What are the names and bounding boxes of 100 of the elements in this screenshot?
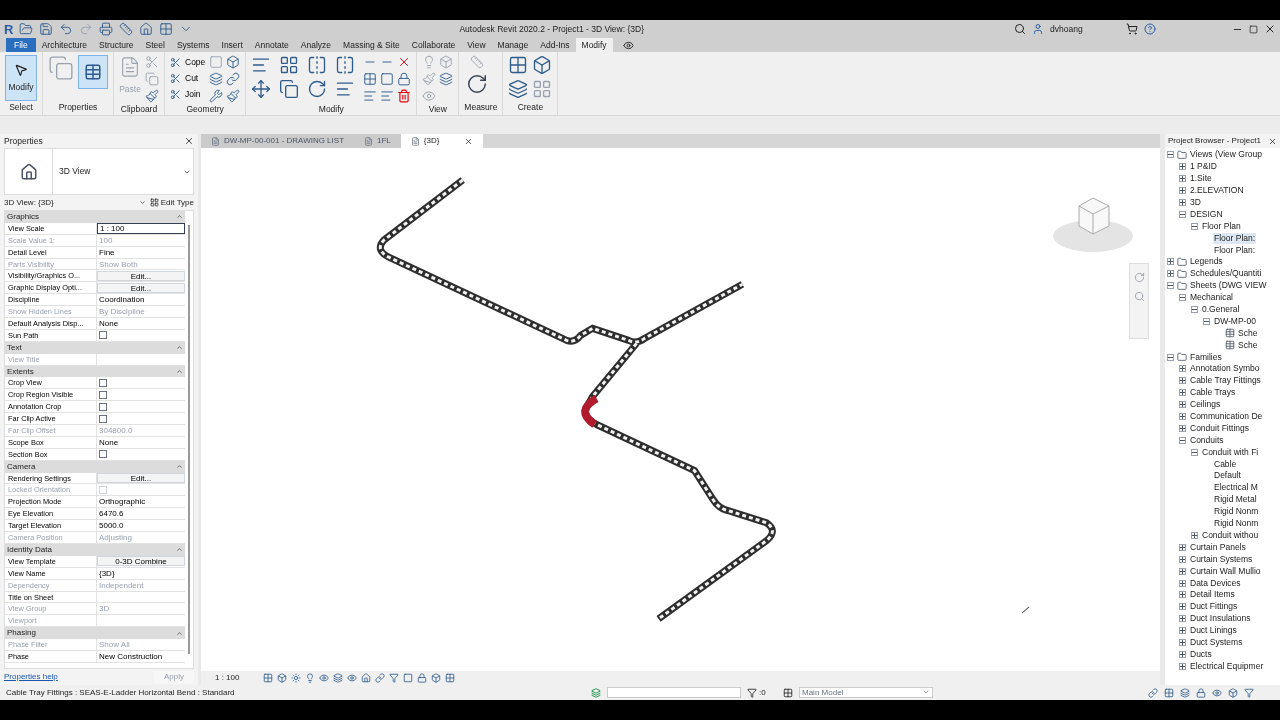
expand-icon[interactable] — [1179, 603, 1186, 611]
view-control-icon[interactable] — [305, 673, 316, 683]
group-header[interactable]: Graphics — [7, 211, 39, 223]
browser-item[interactable]: Detail Items — [1189, 589, 1236, 601]
expand-icon[interactable] — [1179, 199, 1186, 206]
browser-item[interactable]: Conduits — [1189, 434, 1225, 446]
browser-item[interactable]: Curtain Wall Mullio — [1189, 565, 1262, 577]
panel-label[interactable]: Properties — [48, 101, 108, 114]
close-icon[interactable] — [463, 136, 473, 146]
close-icon[interactable] — [1268, 136, 1277, 146]
selection-option-icon[interactable] — [1212, 687, 1222, 698]
scrollbar[interactable] — [188, 225, 190, 654]
mirror-icon[interactable] — [307, 55, 328, 75]
view-control-icon[interactable] — [417, 673, 428, 683]
ribbon-tab[interactable]: Systems — [170, 38, 216, 52]
expand-icon[interactable] — [1179, 543, 1186, 551]
view-control-icon[interactable] — [431, 673, 442, 683]
help-link[interactable]: Properties help — [4, 671, 58, 683]
selection-option-icon[interactable] — [1180, 687, 1190, 698]
expand-icon[interactable] — [1179, 662, 1186, 670]
view-tab[interactable]: {3D} — [400, 134, 483, 148]
collapse-icon[interactable] — [1191, 222, 1198, 230]
browser-item[interactable]: DW-MP-00 — [1213, 315, 1257, 327]
expand-icon[interactable] — [1179, 413, 1186, 421]
browser-item[interactable]: Sheets (DWG VIEW — [1189, 280, 1268, 292]
caret-icon[interactable] — [138, 199, 146, 206]
edit-type-button[interactable]: Edit Type — [149, 196, 194, 209]
browser-item[interactable]: Rigid Nonm — [1213, 506, 1260, 518]
collapse-icon[interactable] — [1179, 210, 1186, 218]
ribbon-tab[interactable]: View — [461, 38, 492, 52]
scale-label[interactable]: 1 : 100 — [215, 672, 240, 684]
view-control-icon[interactable] — [263, 673, 274, 683]
close-icon[interactable] — [184, 136, 194, 146]
app-logo[interactable]: R — [4, 22, 14, 36]
collapse-icon[interactable] — [1167, 151, 1174, 159]
copy-icon[interactable] — [279, 79, 300, 99]
browser-item[interactable]: Floor Plan: — [1213, 244, 1257, 256]
browser-item[interactable]: Curtain Panels — [1189, 541, 1247, 553]
ribbon-tab[interactable]: Insert — [215, 38, 249, 52]
expand-icon[interactable] — [1179, 365, 1186, 373]
expand-icon[interactable] — [1179, 615, 1186, 623]
view-tab[interactable]: 1FL — [354, 134, 401, 148]
expand-icon[interactable] — [1179, 567, 1186, 575]
expand-icon[interactable] — [1179, 175, 1186, 183]
browser-item[interactable]: Conduit Fittings — [1189, 422, 1251, 434]
ribbon-tab[interactable]: Steel — [139, 38, 171, 52]
expand-icon[interactable] — [1179, 555, 1186, 563]
browser-item[interactable]: Duct Fittings — [1189, 601, 1239, 613]
browser-item[interactable]: Mechanical — [1189, 292, 1234, 304]
browser-item[interactable]: Electrical M — [1213, 482, 1259, 494]
browser-item[interactable]: Communication De — [1189, 411, 1264, 423]
browser-item[interactable]: Annotation Symbo — [1189, 363, 1261, 375]
expand-icon[interactable] — [1179, 187, 1186, 195]
expand-icon[interactable] — [1179, 591, 1186, 599]
browser-item[interactable]: Conduit with Fi — [1201, 446, 1260, 458]
workset-icon[interactable] — [591, 687, 601, 698]
browser-item[interactable]: Sche — [1237, 327, 1259, 339]
browser-item[interactable]: Sche — [1237, 339, 1259, 351]
modify-tool-button[interactable]: Modify — [5, 55, 37, 101]
close-icon[interactable] — [1264, 23, 1276, 35]
browser-item[interactable]: Ducts — [1189, 648, 1213, 660]
expand-icon[interactable] — [1179, 163, 1186, 171]
selection-option-icon[interactable] — [1196, 687, 1206, 698]
expand-icon[interactable] — [1179, 377, 1186, 385]
design-option-icon[interactable] — [783, 687, 793, 698]
edit-button[interactable]: Edit... — [97, 282, 185, 293]
print-icon[interactable] — [99, 22, 114, 36]
view-control-icon[interactable] — [277, 673, 288, 683]
user-icon[interactable] — [1032, 23, 1044, 35]
value-field[interactable]: 1 : 100 — [97, 222, 185, 234]
view-control-icon[interactable] — [291, 673, 302, 683]
view-control-icon[interactable] — [361, 673, 372, 683]
view-control-icon[interactable] — [375, 673, 386, 683]
panel-label[interactable]: View — [422, 103, 454, 116]
view-control-icon[interactable] — [347, 673, 358, 683]
geometry-tool-button[interactable]: Join — [170, 87, 206, 101]
expand-icon[interactable] — [1179, 424, 1186, 432]
search-icon[interactable] — [1014, 23, 1026, 35]
collapse-icon[interactable] — [1191, 448, 1198, 456]
view-control-icon[interactable] — [403, 673, 414, 683]
panel-label[interactable]: Create — [508, 101, 553, 114]
collapse-icon[interactable] — [1167, 282, 1174, 290]
view-control-icon[interactable] — [333, 673, 344, 683]
checkbox[interactable] — [99, 390, 107, 399]
panel-label[interactable]: Geometry — [170, 103, 241, 116]
browser-item[interactable]: 1 P&ID — [1189, 161, 1218, 173]
ribbon-tab[interactable]: File — [6, 38, 36, 52]
browser-item[interactable]: Cable — [1213, 458, 1238, 470]
collapse-icon[interactable] — [1203, 317, 1210, 325]
ribbon-tab[interactable]: Massing & Site — [337, 38, 406, 52]
collapse-icon[interactable] — [1179, 436, 1186, 444]
group-header[interactable]: Camera — [7, 460, 36, 473]
browser-item[interactable]: Data Devices — [1189, 577, 1242, 589]
ribbon-tab[interactable]: Add-Ins — [534, 38, 576, 52]
view-control-icon[interactable] — [445, 673, 456, 683]
brush-icon[interactable] — [226, 89, 241, 103]
help-icon[interactable] — [1144, 23, 1156, 35]
ribbon-tab[interactable]: Manage — [491, 38, 535, 52]
browser-item[interactable]: 0.General — [1201, 304, 1241, 315]
open-icon[interactable] — [19, 22, 34, 36]
